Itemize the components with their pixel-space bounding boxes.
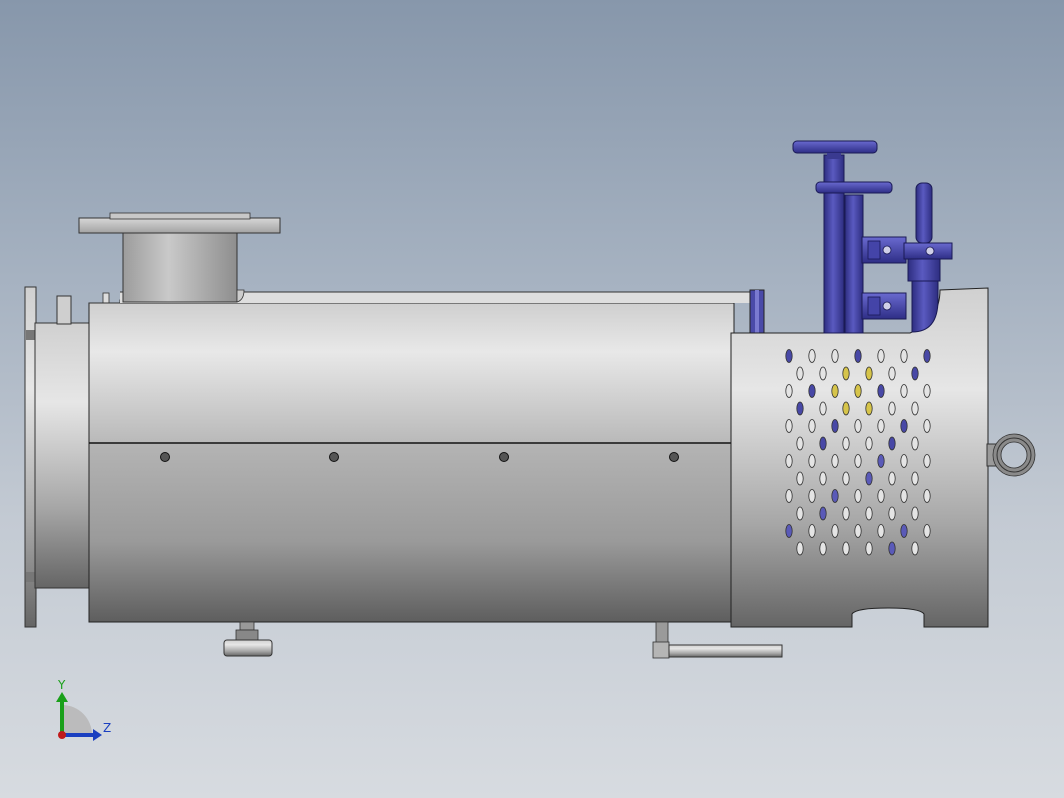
y-axis-label: Y: [58, 678, 66, 692]
perforation-slot: [854, 419, 862, 433]
perforation-slot: [923, 454, 931, 468]
support-foot: [223, 621, 273, 657]
lifting-eye: [986, 433, 1036, 477]
perforation-slot: [865, 436, 873, 451]
perforation-slot: [842, 506, 850, 521]
perforation-slot: [819, 366, 827, 381]
perforation-slot: [796, 541, 804, 556]
perforation-slot: [831, 489, 839, 503]
perforation-slot: [865, 401, 873, 416]
perforation-slot: [911, 366, 919, 381]
perforation-slot: [865, 541, 873, 556]
perforation-slot: [842, 471, 850, 486]
perforation-slot: [923, 349, 931, 363]
perforation-slot: [831, 384, 839, 398]
perforation-slot: [854, 524, 862, 538]
perforation-slot: [819, 506, 827, 521]
perforation-slot: [923, 489, 931, 503]
perforation-slot: [831, 454, 839, 468]
perforation-slot: [785, 419, 793, 433]
perforation-slot: [888, 506, 896, 521]
cad-viewport[interactable]: Y Z: [0, 0, 1064, 798]
perforation-slot: [900, 384, 908, 398]
perforation-slot: [808, 489, 816, 503]
perforation-slot: [877, 419, 885, 433]
perforation-slot: [923, 384, 931, 398]
perforation-slot: [888, 436, 896, 451]
perforation-slot: [842, 541, 850, 556]
perforation-slot: [877, 384, 885, 398]
top-nozzle: [78, 212, 281, 303]
perforation-slot: [808, 384, 816, 398]
perforation-slot: [865, 471, 873, 486]
perforation-slot: [888, 541, 896, 556]
perforation-slot: [911, 506, 919, 521]
perforation-slot: [900, 419, 908, 433]
perforation-slot: [865, 506, 873, 521]
perforation-slot: [831, 419, 839, 433]
perforation-slot: [796, 506, 804, 521]
perforation-slot: [877, 524, 885, 538]
perforation-slot: [831, 349, 839, 363]
perforation-slot: [819, 401, 827, 416]
perforation-slot: [911, 401, 919, 416]
perforation-slot: [831, 524, 839, 538]
perforation-slot: [900, 454, 908, 468]
perforation-slot: [796, 436, 804, 451]
perforation-slot: [923, 419, 931, 433]
perforation-slot: [808, 349, 816, 363]
perforation-slot: [808, 524, 816, 538]
perforation-slot: [900, 524, 908, 538]
perforation-slot: [854, 349, 862, 363]
x-axis-dot: [58, 731, 66, 739]
perforation-slot: [796, 471, 804, 486]
perforation-slot: [819, 541, 827, 556]
perforation-slot: [877, 349, 885, 363]
perforation-slot: [842, 436, 850, 451]
perforation-slot: [877, 489, 885, 503]
coordinate-triad[interactable]: [56, 692, 102, 741]
perforation-slot: [819, 436, 827, 451]
valve-assembly: [792, 140, 953, 334]
perforation-slot: [888, 366, 896, 381]
perforation-slot: [785, 349, 793, 363]
shell-end-ring: [749, 289, 765, 334]
perforation-slot: [923, 524, 931, 538]
perforation-slot: [785, 454, 793, 468]
perforation-slot: [911, 541, 919, 556]
perforation-slot: [911, 436, 919, 451]
perforation-slot: [796, 366, 804, 381]
perforation-slot: [888, 401, 896, 416]
perforation-slot: [808, 419, 816, 433]
cad-model-view: [24, 140, 1036, 741]
perforation-slot: [854, 489, 862, 503]
perforation-slot: [808, 454, 816, 468]
perforation-slot: [865, 366, 873, 381]
perforation-slot: [888, 471, 896, 486]
perforation-slot: [911, 471, 919, 486]
perforation-slot: [785, 384, 793, 398]
perforation-slot: [796, 401, 804, 416]
perforation-slot: [854, 384, 862, 398]
perforation-slot: [900, 349, 908, 363]
perforation-slot: [842, 366, 850, 381]
perforation-slot: [785, 524, 793, 538]
z-axis-label: Z: [103, 721, 112, 735]
perforation-slot: [854, 454, 862, 468]
perforation-slot: [785, 489, 793, 503]
perforation-slot: [842, 401, 850, 416]
main-shell: [88, 291, 751, 623]
perforation-slot: [819, 471, 827, 486]
perforation-slot: [877, 454, 885, 468]
perforation-slot: [900, 489, 908, 503]
